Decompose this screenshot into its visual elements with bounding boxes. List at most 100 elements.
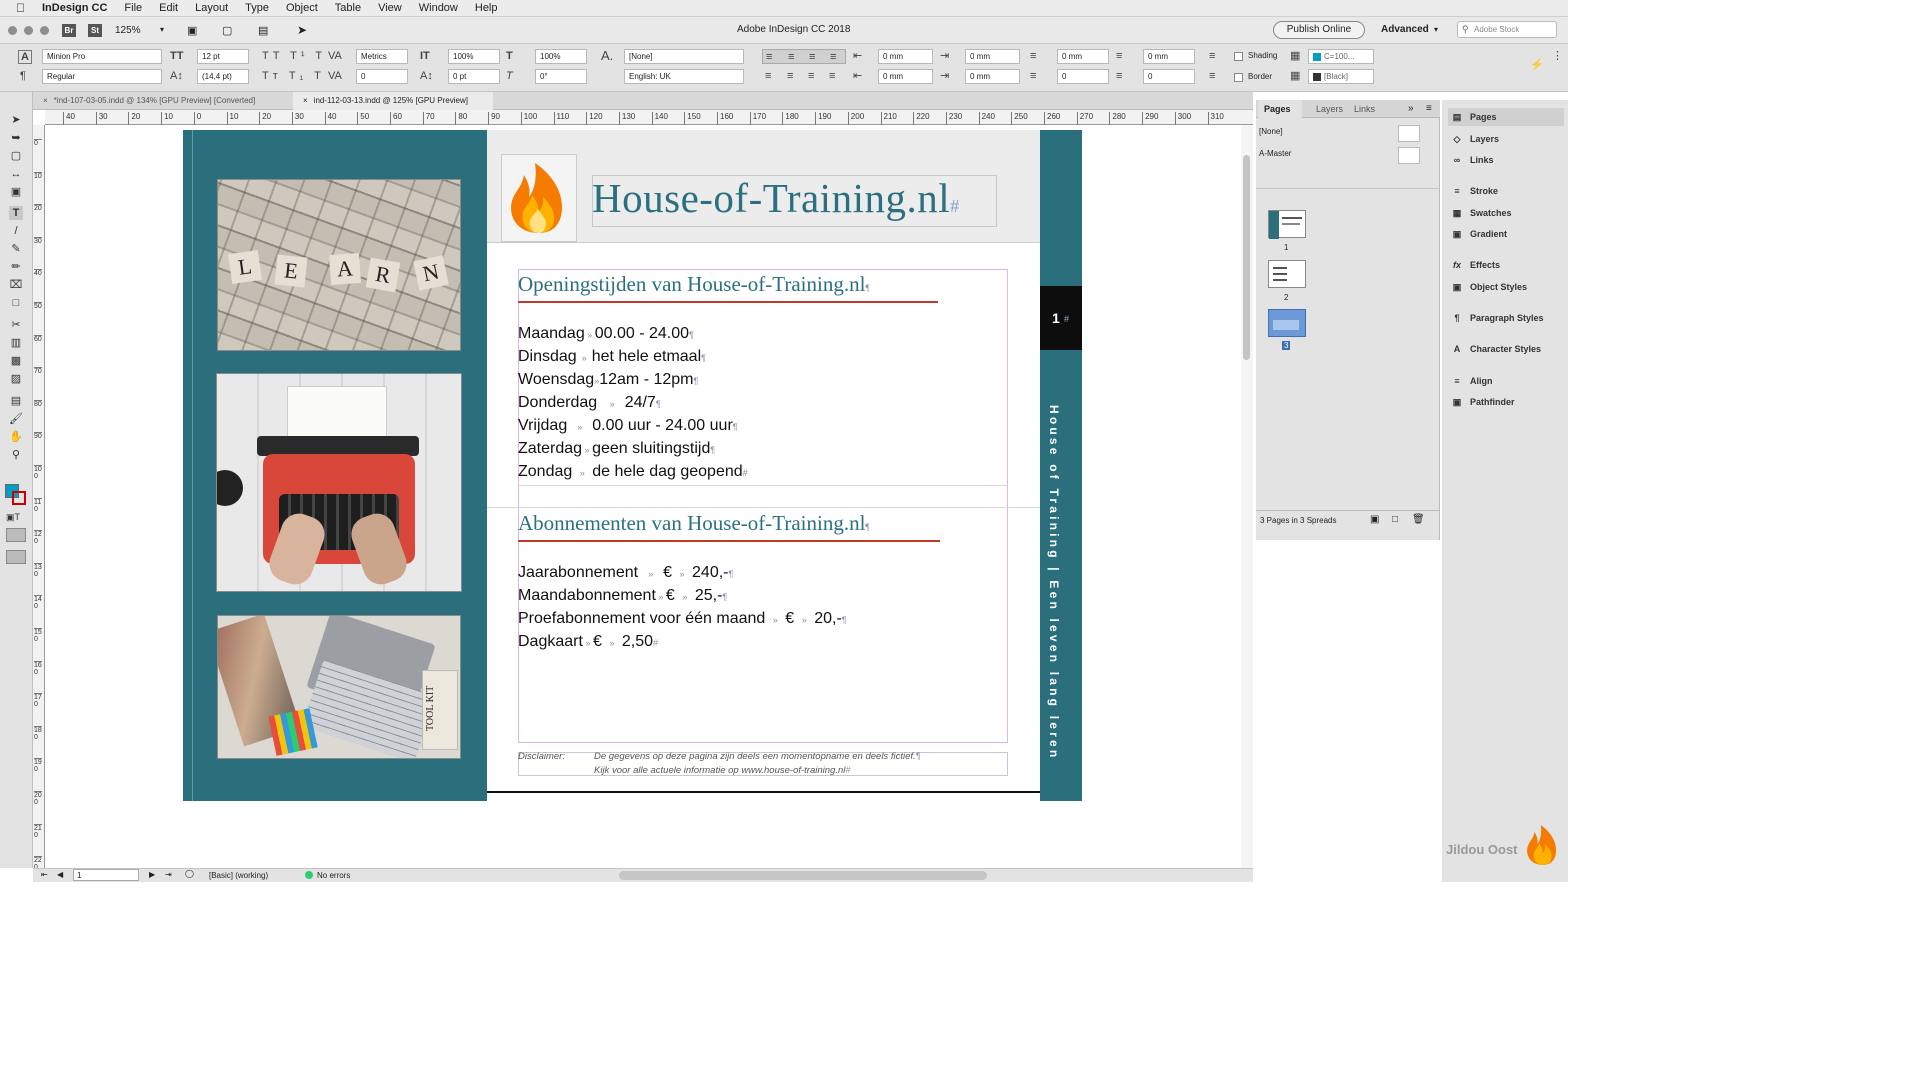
- selection-tool-icon[interactable]: ➤: [9, 113, 23, 127]
- edit-page-size-icon[interactable]: ▣: [1370, 514, 1379, 525]
- page-thumbnail-2[interactable]: [1268, 260, 1306, 288]
- line-tool-icon[interactable]: /: [9, 224, 23, 238]
- schedule-row-sunday[interactable]: Zondag » de hele dag geopend#: [518, 463, 748, 481]
- align-left-icon[interactable]: ≡: [766, 51, 772, 63]
- opening-hours-heading[interactable]: Openingstijden van House-of-Training.nl¶: [518, 272, 870, 297]
- apple-icon[interactable]: : [16, 1, 25, 15]
- align-center-icon[interactable]: ≡: [788, 51, 794, 63]
- zoom-tool-icon[interactable]: ⚲: [9, 448, 23, 462]
- price-row-month[interactable]: Maandabonnement » € » 25,-¶: [518, 587, 727, 605]
- close-window-button[interactable]: [8, 26, 17, 35]
- horizontal-scroll-thumb[interactable]: [619, 871, 987, 880]
- tracking-field[interactable]: 0: [356, 69, 408, 84]
- small-caps-icon[interactable]: Tт T₁ T: [262, 70, 325, 82]
- hand-tool-icon[interactable]: ✋: [9, 430, 23, 444]
- vertical-scrollbar[interactable]: [1241, 125, 1253, 868]
- tab-pages[interactable]: Pages: [1258, 100, 1302, 118]
- font-style-field[interactable]: Regular: [42, 69, 162, 84]
- justify-center-icon[interactable]: ≡: [787, 70, 793, 82]
- tab-links[interactable]: Links: [1354, 104, 1375, 114]
- panel-menu-icon[interactable]: ≡: [1426, 103, 1432, 114]
- font-size-field[interactable]: 12 pt: [197, 49, 249, 64]
- gradient-feather-tool-icon[interactable]: ▨: [9, 372, 23, 386]
- dock-pathfinder[interactable]: ▣ Pathfinder: [1448, 393, 1564, 411]
- dock-paragraph-styles[interactable]: ¶ Paragraph Styles: [1448, 309, 1564, 327]
- align-right-icon[interactable]: ≡: [809, 51, 815, 63]
- dock-layers[interactable]: ◇ Layers: [1448, 130, 1564, 148]
- tab-document-2[interactable]: × ind-112-03-13.indd @ 125% [GPU Preview]: [293, 92, 493, 110]
- type-tool-icon[interactable]: T: [9, 206, 23, 220]
- zoom-level[interactable]: 125%: [115, 25, 141, 36]
- free-transform-tool-icon[interactable]: ▥: [9, 336, 23, 350]
- page-tool-icon[interactable]: ▢: [9, 149, 23, 163]
- eyedropper-tool-icon[interactable]: 🖌: [9, 412, 23, 426]
- menu-edit[interactable]: Edit: [159, 2, 178, 14]
- price-row-trial[interactable]: Proefabonnement voor één maand » € » 20,…: [518, 610, 847, 628]
- none-master-thumbnail[interactable]: [1398, 125, 1420, 142]
- border-settings-icon[interactable]: ▦: [1290, 70, 1300, 82]
- font-family-field[interactable]: Minion Pro: [42, 49, 162, 64]
- schedule-row-monday[interactable]: Maandag » 00.00 - 24.00¶: [518, 325, 694, 343]
- a-master-label[interactable]: A-Master: [1259, 149, 1291, 158]
- bridge-button[interactable]: Br: [62, 24, 76, 37]
- character-style-field[interactable]: [None]: [624, 49, 744, 64]
- note-tool-icon[interactable]: ▤: [9, 394, 23, 408]
- left-indent-field[interactable]: 0 mm: [878, 49, 933, 64]
- justify-right-icon[interactable]: ≡: [808, 70, 814, 82]
- dock-stroke[interactable]: ≡ Stroke: [1448, 182, 1564, 200]
- typewriter-photo[interactable]: [216, 373, 462, 592]
- dock-align[interactable]: ≡ Align: [1448, 372, 1564, 390]
- workspace-switcher[interactable]: Advanced: [1381, 24, 1429, 35]
- document-page[interactable]: L E A R N TOOL KIT House-of-Training.nl#…: [183, 130, 1082, 801]
- new-page-icon[interactable]: □: [1392, 514, 1398, 525]
- quick-apply-icon[interactable]: ⚡: [1530, 59, 1544, 71]
- space-after-field[interactable]: 0 mm: [1143, 49, 1195, 64]
- preview-mode-icon[interactable]: [6, 550, 26, 564]
- page-title[interactable]: House-of-Training.nl#: [592, 174, 960, 222]
- minimize-window-button[interactable]: [24, 26, 33, 35]
- pencil-tool-icon[interactable]: ✏: [9, 260, 23, 274]
- language-field[interactable]: English: UK: [624, 69, 744, 84]
- panel-menu-icon[interactable]: ⋮: [1552, 50, 1563, 62]
- gradient-swatch-tool-icon[interactable]: ▩: [9, 354, 23, 368]
- rectangle-tool-icon[interactable]: □: [9, 296, 23, 310]
- menu-layout[interactable]: Layout: [195, 2, 228, 14]
- dock-effects[interactable]: fx Effects: [1448, 256, 1564, 274]
- dock-swatches[interactable]: ▦ Swatches: [1448, 204, 1564, 222]
- collapse-panel-icon[interactable]: »: [1408, 103, 1414, 114]
- leading-field[interactable]: (14,4 pt): [197, 69, 249, 84]
- scissors-tool-icon[interactable]: ✂: [9, 318, 23, 332]
- border-swatch-field[interactable]: [Black]: [1308, 69, 1374, 84]
- close-icon[interactable]: ×: [303, 96, 308, 105]
- price-row-day[interactable]: Dagkaart » € » 2,50#: [518, 633, 658, 651]
- shading-checkbox[interactable]: [1234, 52, 1243, 61]
- menu-type[interactable]: Type: [245, 2, 269, 14]
- stock-button[interactable]: St: [88, 24, 102, 37]
- normal-view-mode-icon[interactable]: [6, 528, 26, 542]
- preflight-profile-label[interactable]: [Basic] (working): [209, 871, 268, 880]
- paragraph-formatting-icon[interactable]: ¶: [20, 70, 26, 82]
- last-line-indent-field[interactable]: 0 mm: [965, 69, 1020, 84]
- first-page-icon[interactable]: ⇤: [41, 870, 48, 879]
- dock-pages[interactable]: ▤ Pages: [1448, 108, 1564, 126]
- numbering-icon[interactable]: ≡: [1209, 70, 1215, 82]
- schedule-row-thursday[interactable]: Donderdag » 24/7¶: [518, 394, 661, 412]
- menu-help[interactable]: Help: [475, 2, 498, 14]
- schedule-row-wednesday[interactable]: Woensdag»12am - 12pm¶: [518, 371, 698, 389]
- gap-tool-icon[interactable]: ↔: [9, 167, 23, 181]
- vertical-scale-field[interactable]: 100%: [448, 49, 500, 64]
- page-thumbnail-1[interactable]: [1268, 210, 1306, 239]
- dock-character-styles[interactable]: A Character Styles: [1448, 340, 1564, 358]
- bullets-icon[interactable]: ≡: [1209, 50, 1215, 62]
- shading-swatch-field[interactable]: C=100...: [1308, 49, 1374, 64]
- schedule-row-saturday[interactable]: Zaterdag » geen sluitingstijd¶: [518, 440, 715, 458]
- kerning-field[interactable]: Metrics: [356, 49, 408, 64]
- page-number-field[interactable]: 1: [73, 869, 139, 881]
- a-master-thumbnail[interactable]: [1398, 147, 1420, 164]
- rectangle-frame-tool-icon[interactable]: ⌧: [9, 278, 23, 292]
- stroke-swatch[interactable]: [12, 491, 26, 505]
- arrange-documents-icon[interactable]: ▤: [258, 24, 268, 37]
- baseline-shift-field[interactable]: 0 pt: [448, 69, 500, 84]
- justify-left-icon[interactable]: ≡: [765, 70, 771, 82]
- previous-page-icon[interactable]: ◀: [57, 870, 63, 879]
